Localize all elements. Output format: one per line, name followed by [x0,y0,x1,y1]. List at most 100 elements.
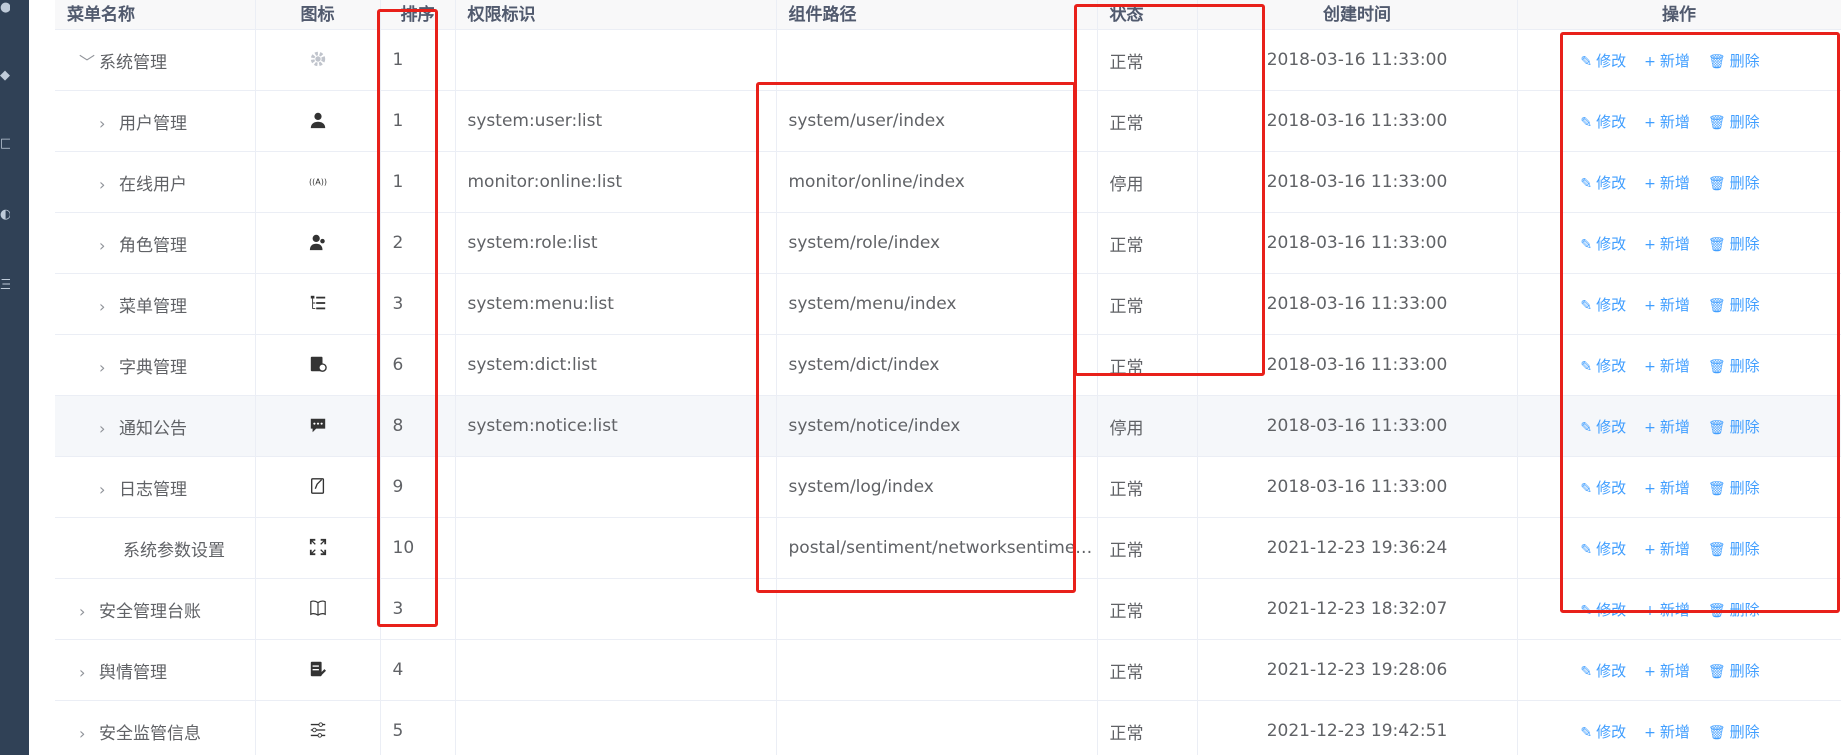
delete-button[interactable]: 🗑 删除 [1708,357,1760,375]
cell-icon [255,639,381,701]
edit-button[interactable]: ✎ 修改 [1580,723,1626,741]
cell-icon [255,578,381,640]
delete-button[interactable]: 🗑 删除 [1708,174,1760,192]
sidebar-icon[interactable]: □ [0,136,10,152]
add-button[interactable]: + 新增 [1644,418,1690,436]
delete-button[interactable]: 🗑 删除 [1708,296,1760,314]
add-button[interactable]: + 新增 [1644,174,1690,192]
delete-button[interactable]: 🗑 删除 [1708,540,1760,558]
add-button[interactable]: + 新增 [1644,296,1690,314]
cell-icon [255,456,381,518]
edit-button[interactable]: ✎ 修改 [1580,235,1626,253]
cell-name: ﹀ 系统管理 [55,29,256,91]
chevron-right-icon[interactable]: › [79,663,99,682]
delete-label: 删除 [1729,722,1760,741]
table-row[interactable]: › 安全监管信息 5 正常 2021-12-23 19:42:51 ✎ 修改 + 新增 🗑 删除 [55,700,1841,755]
table-row[interactable]: › 日志管理 9 system/log/index 正常 2018-03-16 11:33… [55,456,1841,518]
form-icon [308,660,328,680]
menu-name: 安全管理台账 [99,601,201,622]
cell-status: 正常 [1097,334,1198,396]
edit-button[interactable]: ✎ 修改 [1580,174,1626,192]
add-button[interactable]: + 新增 [1644,662,1690,680]
cell-name: › 舆情管理 [55,639,256,701]
cell-ops: ✎ 修改 + 新增 🗑 删除 [1517,395,1841,457]
chevron-down-icon[interactable]: ﹀ [79,49,99,73]
cell-created: 2021-12-23 19:28:06 [1197,639,1518,701]
delete-button[interactable]: 🗑 删除 [1708,418,1760,436]
add-button[interactable]: + 新增 [1644,601,1690,619]
add-button[interactable]: + 新增 [1644,113,1690,131]
col-header-perm: 权限标识 [455,0,777,30]
delete-button[interactable]: 🗑 删除 [1708,479,1760,497]
cell-created: 2018-03-16 11:33:00 [1197,395,1518,457]
delete-button[interactable]: 🗑 删除 [1708,723,1760,741]
table-row[interactable]: › 用户管理 1 system:user:list system/user/index 正… [55,90,1841,152]
edit-button[interactable]: ✎ 修改 [1580,601,1626,619]
message-icon [308,416,328,436]
delete-button[interactable]: 🗑 删除 [1708,601,1760,619]
cell-created: 2018-03-16 11:33:00 [1197,456,1518,518]
cell-icon [255,273,381,335]
chevron-right-icon[interactable]: › [99,175,119,194]
table-row[interactable]: › 在线用户 ((A)) 1 monitor:online:list monitor/on… [55,151,1841,213]
chevron-right-icon[interactable]: › [99,480,119,499]
edit-button[interactable]: ✎ 修改 [1580,418,1626,436]
sidebar-icon[interactable]: ◆ [0,68,10,84]
edit-button[interactable]: ✎ 修改 [1580,540,1626,558]
add-button[interactable]: + 新增 [1644,357,1690,375]
cell-component: system/log/index [776,456,1098,518]
add-button[interactable]: + 新增 [1644,540,1690,558]
table-row[interactable]: › 角色管理 2 system:role:list system/role/index 正… [55,212,1841,274]
edit-button[interactable]: ✎ 修改 [1580,52,1626,70]
sidebar-icon[interactable]: 三 [0,278,10,294]
col-header-component: 组件路径 [776,0,1098,30]
chevron-right-icon[interactable]: › [79,724,99,743]
add-button[interactable]: + 新增 [1644,235,1690,253]
add-button[interactable]: + 新增 [1644,52,1690,70]
edit-button[interactable]: ✎ 修改 [1580,357,1626,375]
delete-button[interactable]: 🗑 删除 [1708,52,1760,70]
delete-button[interactable]: 🗑 删除 [1708,662,1760,680]
edit-button[interactable]: ✎ 修改 [1580,113,1626,131]
chevron-right-icon[interactable]: › [79,602,99,621]
cell-name: › 在线用户 [55,151,256,213]
table-row[interactable]: › 舆情管理 4 正常 2021-12-23 19:28:06 ✎ 修改 + 新增 🗑 删除 [55,639,1841,701]
add-button[interactable]: + 新增 [1644,479,1690,497]
cell-perm [455,456,777,518]
table-row[interactable]: › 字典管理 6 system:dict:list system/dict/index 正… [55,334,1841,396]
delete-label: 删除 [1729,234,1760,253]
cell-order: 5 [380,700,456,755]
gear-icon [308,50,328,70]
cell-icon: ((A)) [255,151,381,213]
plus-icon: + [1644,175,1656,192]
col-header-created: 创建时间 [1197,0,1518,30]
table-row[interactable]: ﹀ 系统管理 1 正常 2018-03-16 11:33:00 ✎ 修改 + 新增 🗑 删除 [55,29,1841,91]
chevron-right-icon[interactable]: › [99,236,119,255]
cell-component [776,578,1098,640]
delete-label: 删除 [1729,600,1760,619]
chevron-right-icon[interactable]: › [99,419,119,438]
table-row[interactable]: › 安全管理台账 3 正常 2021-12-23 18:32:07 ✎ 修改 + 新增 🗑 删除 [55,578,1841,640]
table-row[interactable]: 系统参数设置 10 postal/sentiment/networksentimen… [55,517,1841,579]
cell-status: 正常 [1097,456,1198,518]
sidebar-icon[interactable]: ◐ [0,207,10,223]
sidebar-icon[interactable]: ● [0,0,10,16]
edit-icon: ✎ [1580,114,1593,131]
chevron-right-icon[interactable]: › [99,114,119,133]
cell-order: 9 [380,456,456,518]
add-button[interactable]: + 新增 [1644,723,1690,741]
edit-button[interactable]: ✎ 修改 [1580,479,1626,497]
add-label: 新增 [1659,478,1690,497]
chevron-right-icon[interactable]: › [99,297,119,316]
delete-button[interactable]: 🗑 删除 [1708,235,1760,253]
table-row[interactable]: › 菜单管理 3 system:menu:list system/menu/index 正… [55,273,1841,335]
trash-icon: 🗑 [1707,480,1726,497]
delete-button[interactable]: 🗑 删除 [1708,113,1760,131]
table-row[interactable]: › 通知公告 8 system:notice:list system/notice/in… [55,395,1841,457]
chevron-right-icon[interactable]: › [99,358,119,377]
edit-button[interactable]: ✎ 修改 [1580,296,1626,314]
cell-order: 1 [380,29,456,91]
edit-button[interactable]: ✎ 修改 [1580,662,1626,680]
cell-name: › 角色管理 [55,212,256,274]
cell-name: › 用户管理 [55,90,256,152]
